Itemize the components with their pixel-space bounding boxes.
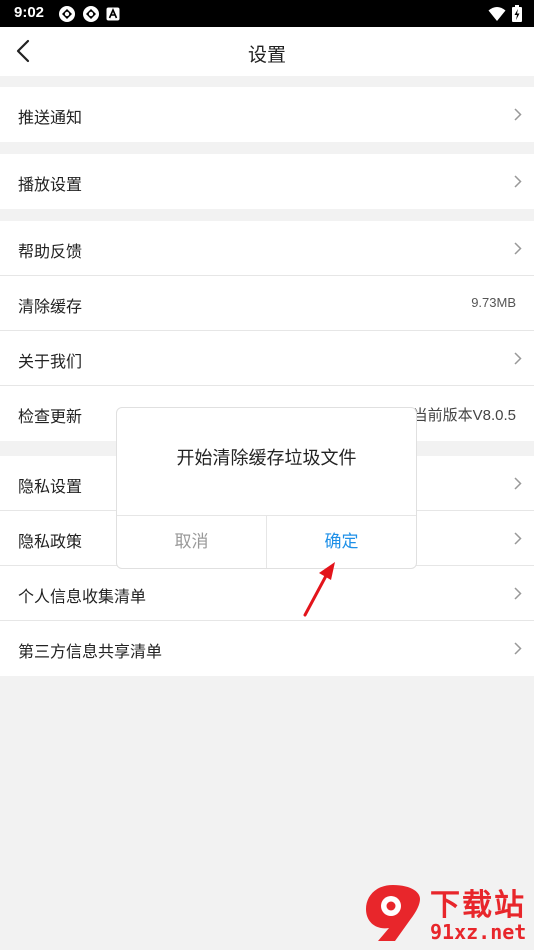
settings-item-personal-info-list[interactable]: 个人信息收集清单: [0, 566, 534, 621]
chevron-right-icon: [514, 642, 522, 655]
annotation-arrow-icon: [303, 562, 335, 617]
watermark: 下载站 91xz.net: [362, 880, 530, 946]
a-badge-icon: [106, 7, 120, 21]
status-bar: 9:02: [0, 0, 534, 27]
settings-item-label: 清除缓存: [18, 297, 83, 316]
settings-group-notifications: 推送通知: [0, 87, 534, 142]
app-notification-icon: [83, 6, 99, 22]
settings-item-label: 第三方信息共享清单: [18, 642, 163, 661]
chevron-right-icon: [514, 242, 522, 255]
settings-item-label: 播放设置: [18, 175, 83, 194]
watermark-logo-icon: [366, 885, 420, 941]
watermark-title: 下载站: [430, 888, 526, 923]
current-version-value: 当前版本V8.0.5: [412, 407, 516, 424]
settings-item-label: 隐私政策: [18, 532, 83, 551]
settings-item-label: 个人信息收集清单: [18, 587, 147, 606]
chevron-right-icon: [514, 532, 522, 545]
chevron-right-icon: [514, 587, 522, 600]
settings-item-third-party-sharing-list[interactable]: 第三方信息共享清单: [0, 621, 534, 676]
settings-item-label: 推送通知: [18, 108, 83, 127]
watermark-url: 91xz.net: [430, 920, 527, 944]
dialog-message: 开始清除缓存垃圾文件: [176, 448, 357, 469]
battery-icon: [512, 5, 522, 22]
settings-item-label: 隐私设置: [18, 477, 83, 496]
settings-item-about-us[interactable]: 关于我们: [0, 331, 534, 386]
app-header: 设置: [0, 27, 534, 76]
page-title: 设置: [247, 44, 286, 66]
wifi-icon: [488, 6, 506, 21]
clear-cache-dialog: 开始清除缓存垃圾文件 取消 确定: [116, 407, 417, 569]
cancel-button[interactable]: 取消: [117, 516, 266, 568]
settings-item-label: 检查更新: [18, 407, 83, 426]
settings-item-label: 帮助反馈: [18, 242, 83, 261]
settings-item-label: 关于我们: [18, 352, 83, 371]
status-notification-icons: [58, 5, 120, 23]
chevron-right-icon: [514, 108, 522, 121]
chevron-right-icon: [514, 175, 522, 188]
cache-size-value: 9.73MB: [471, 295, 516, 310]
chevron-right-icon: [514, 352, 522, 365]
confirm-button[interactable]: 确定: [267, 516, 416, 568]
status-system-icons: [488, 5, 522, 22]
chevron-right-icon: [514, 477, 522, 490]
settings-item-help-feedback[interactable]: 帮助反馈: [0, 221, 534, 276]
settings-group-playback: 播放设置: [0, 154, 534, 209]
settings-item-playback[interactable]: 播放设置: [0, 154, 534, 209]
settings-item-push-notifications[interactable]: 推送通知: [0, 87, 534, 142]
settings-item-clear-cache[interactable]: 清除缓存 9.73MB: [0, 276, 534, 331]
status-time: 9:02: [14, 4, 45, 21]
app-notification-icon: [59, 6, 75, 22]
